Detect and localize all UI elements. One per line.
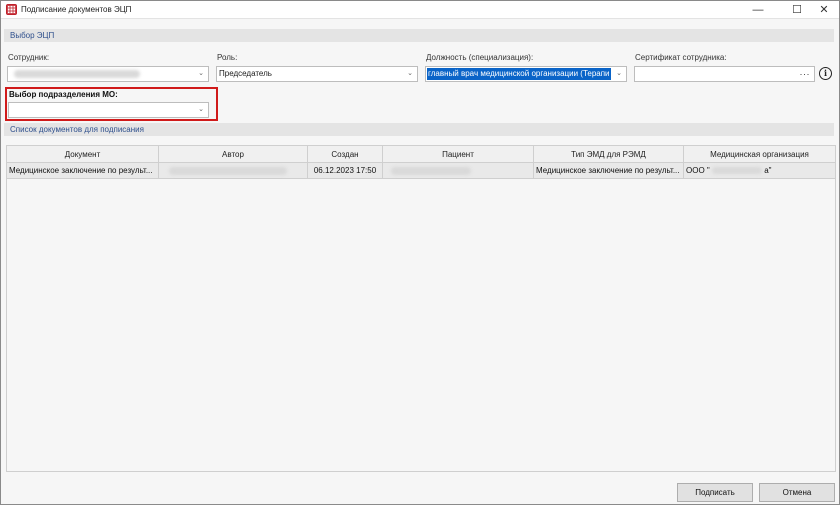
maximize-button[interactable]: ☐: [782, 1, 812, 19]
chevron-down-icon[interactable]: ⌄: [404, 68, 416, 80]
employee-label: Сотрудник:: [8, 53, 50, 62]
redacted-organization: [711, 167, 762, 174]
certificate-label: Сертификат сотрудника:: [635, 53, 727, 62]
subdivision-label: Выбор подразделения МО:: [9, 90, 118, 99]
role-label: Роль:: [217, 53, 238, 62]
cell-author: [159, 163, 308, 179]
grid-header: Документ Автор Создан Пациент Тип ЭМД дл…: [7, 146, 835, 163]
certificate-field[interactable]: ···: [634, 66, 815, 82]
section-docs-header: Список документов для подписания: [4, 123, 834, 136]
role-value: Председатель: [219, 69, 272, 78]
cell-emd-type: Медицинское заключение по результ...: [534, 163, 684, 179]
cell-organization: ООО " а": [684, 163, 835, 179]
title-bar[interactable]: Подписание документов ЭЦП — ☐ ✕: [1, 1, 839, 19]
chevron-down-icon[interactable]: ⌄: [195, 104, 207, 116]
column-header-patient[interactable]: Пациент: [383, 146, 534, 163]
column-header-organization[interactable]: Медицинская организация: [684, 146, 835, 163]
position-label: Должность (специализация):: [426, 53, 534, 62]
cell-organization-suffix: а": [764, 166, 772, 175]
chevron-down-icon[interactable]: ⌄: [613, 68, 625, 80]
close-button[interactable]: ✕: [809, 1, 839, 19]
window-title: Подписание документов ЭЦП: [21, 5, 132, 14]
table-row[interactable]: Медицинское заключение по результ... 06.…: [7, 163, 835, 179]
cell-created: 06.12.2023 17:50: [308, 163, 383, 179]
column-header-created[interactable]: Создан: [308, 146, 383, 163]
certificate-browse-button[interactable]: ···: [800, 67, 811, 81]
column-header-author[interactable]: Автор: [159, 146, 308, 163]
position-combobox[interactable]: главный врач медицинской организации (Те…: [425, 66, 627, 82]
cancel-button[interactable]: Отмена: [759, 483, 835, 502]
column-header-emd-type[interactable]: Тип ЭМД для РЭМД: [534, 146, 684, 163]
minimize-button[interactable]: —: [743, 1, 773, 19]
section-ecp-header: Выбор ЭЦП: [4, 29, 834, 42]
app-icon: [6, 4, 17, 15]
cell-document: Медицинское заключение по результ...: [7, 163, 159, 179]
role-combobox[interactable]: Председатель ⌄: [216, 66, 418, 82]
cell-organization-prefix: ООО ": [686, 166, 710, 175]
documents-grid[interactable]: Документ Автор Создан Пациент Тип ЭМД дл…: [6, 145, 836, 472]
position-value: главный врач медицинской организации (Те…: [427, 68, 611, 80]
subdivision-combobox[interactable]: ⌄: [8, 102, 209, 118]
signing-dialog: Подписание документов ЭЦП — ☐ ✕ Выбор ЭЦ…: [0, 0, 840, 505]
employee-combobox[interactable]: ⌄: [7, 66, 209, 82]
redacted-employee: [14, 70, 140, 78]
cell-patient: [383, 163, 534, 179]
redacted-author: [169, 167, 287, 175]
column-header-document[interactable]: Документ: [7, 146, 159, 163]
info-icon[interactable]: i: [819, 67, 832, 80]
chevron-down-icon[interactable]: ⌄: [195, 68, 207, 80]
sign-button[interactable]: Подписать: [677, 483, 753, 502]
redacted-patient: [391, 167, 471, 175]
